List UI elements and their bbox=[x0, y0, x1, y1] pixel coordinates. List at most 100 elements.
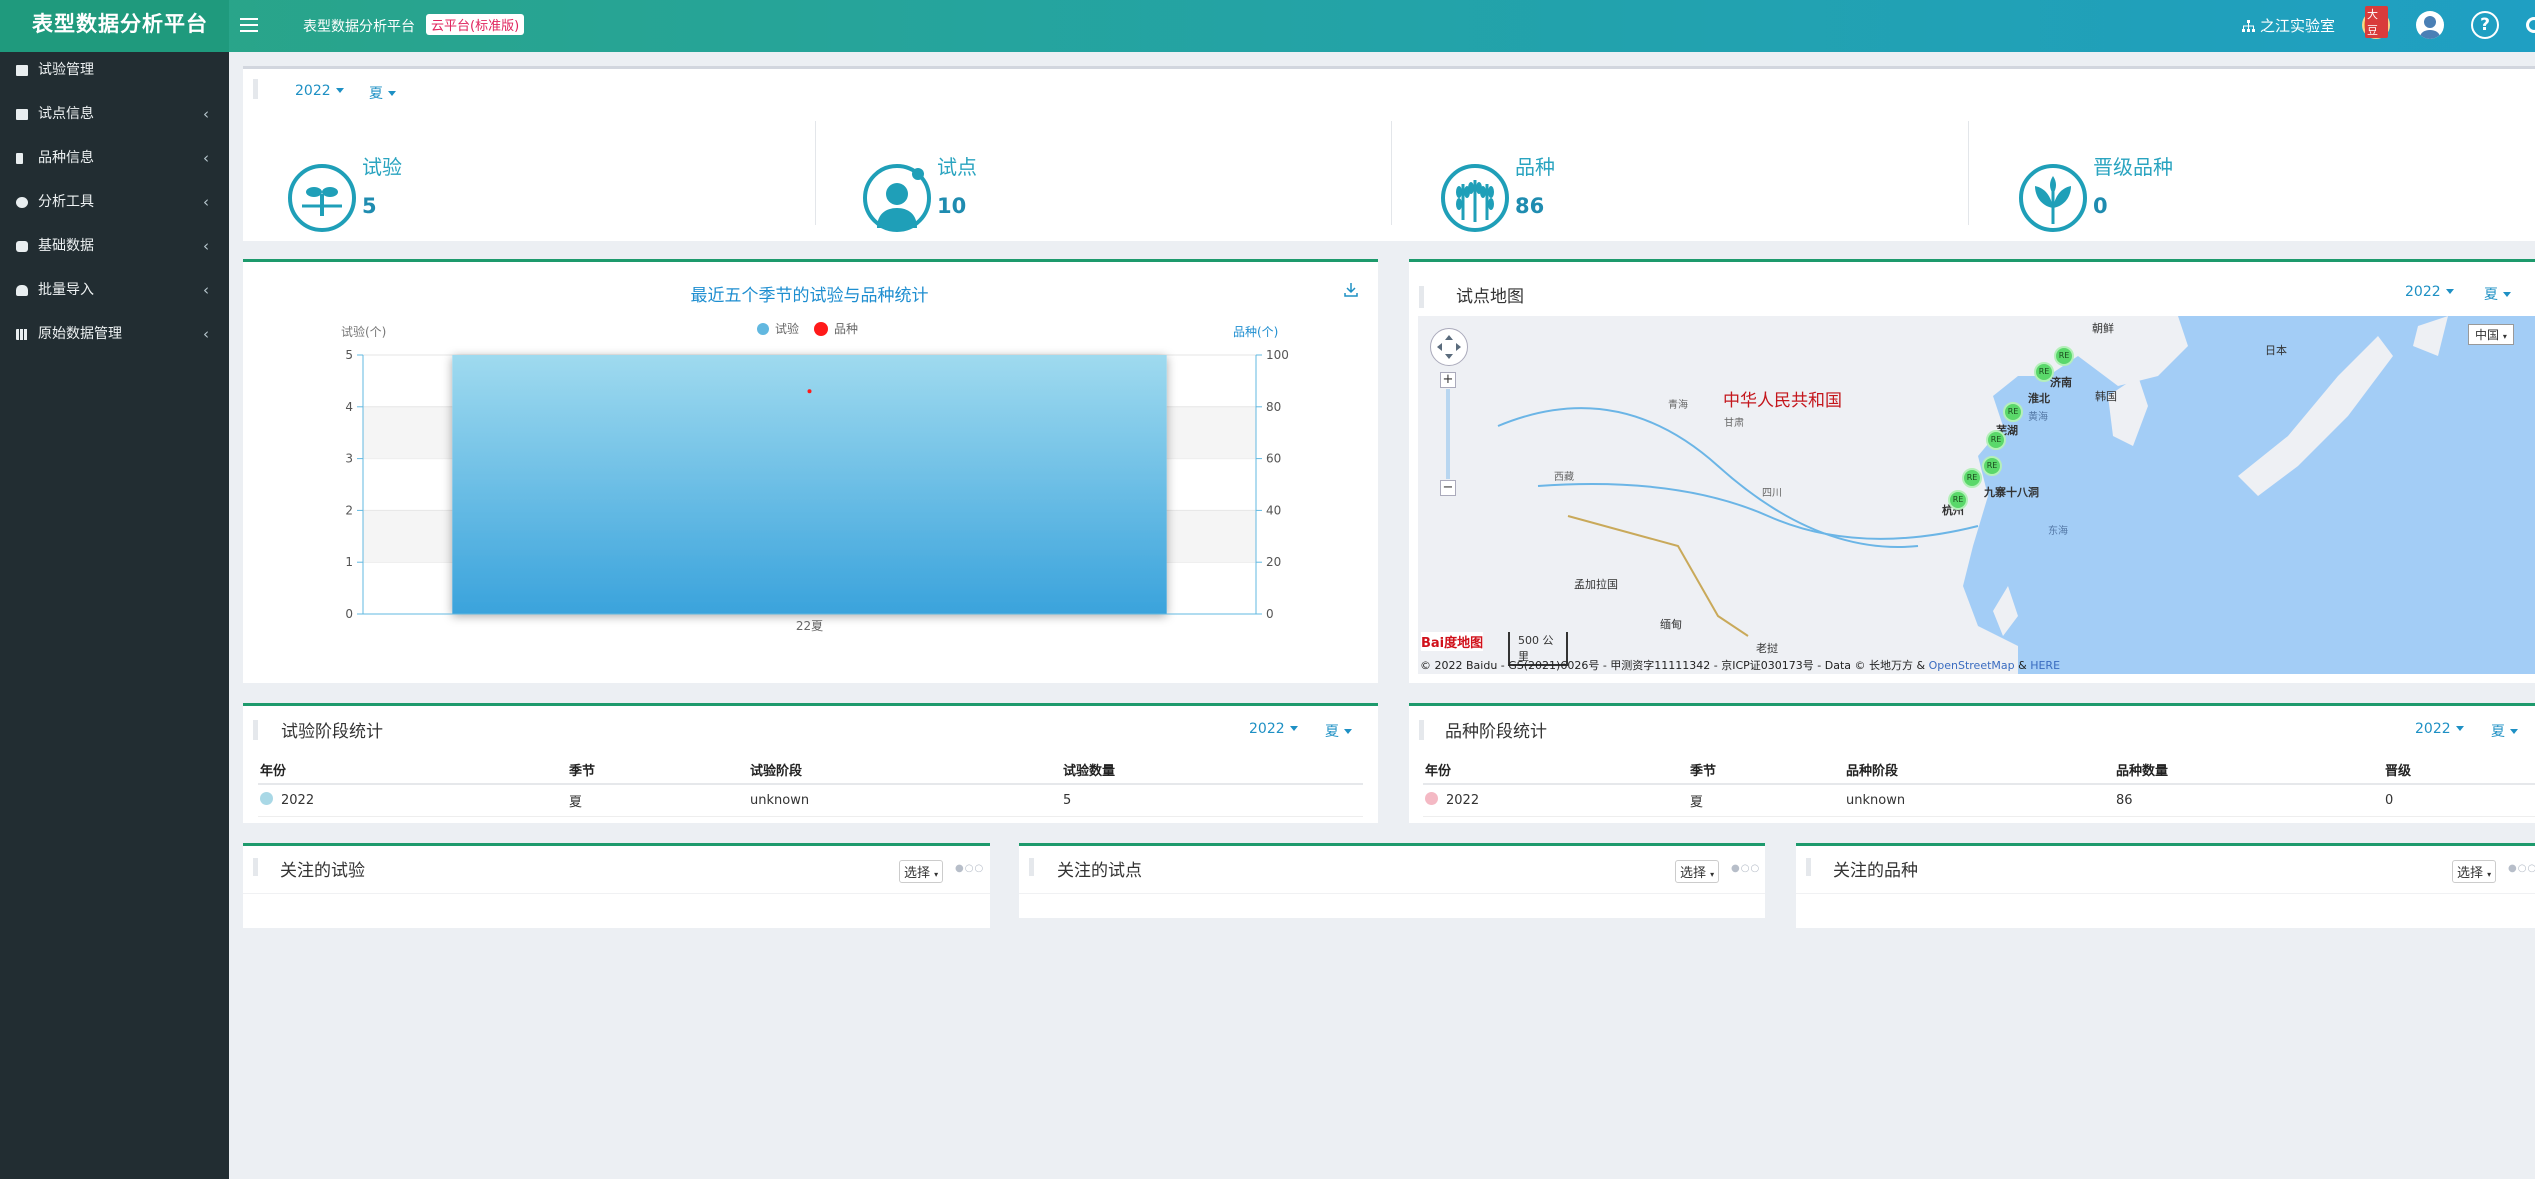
map-label: 缅甸 bbox=[1660, 618, 1682, 631]
caret-down-icon bbox=[2503, 292, 2511, 297]
user-avatar-icon[interactable] bbox=[2416, 11, 2444, 39]
y-tick-label-left: 0 bbox=[345, 607, 353, 621]
site-marker[interactable]: RE bbox=[2054, 346, 2074, 366]
count-link[interactable]: 5 bbox=[1061, 784, 1363, 817]
sidebar-item-batch-import[interactable]: 批量导入 ‹ bbox=[0, 272, 229, 316]
panel-handle bbox=[1419, 720, 1424, 740]
y-tick-label-right: 100 bbox=[1266, 348, 1289, 362]
sidebar-item-label: 基础数据 bbox=[38, 238, 94, 254]
trial-stage-year-dropdown[interactable]: 2022 bbox=[1249, 721, 1298, 737]
promoted-link[interactable]: 0 bbox=[2383, 784, 2535, 817]
site-marker[interactable]: RE bbox=[1986, 430, 2006, 450]
site-map[interactable]: 中华人民共和国 朝鲜 日本 韩国 济南 淮北 黄海 芜湖 九寨十八洞 杭州 东海… bbox=[1418, 316, 2535, 674]
sidebar-item-trial-management[interactable]: 试验管理 bbox=[0, 52, 229, 96]
map-pan-control[interactable] bbox=[1430, 328, 1468, 366]
region-select[interactable]: 中国 ▾ bbox=[2468, 324, 2514, 345]
select-button[interactable]: 选择 ▾ bbox=[899, 860, 944, 883]
soybean-crop-icon[interactable]: 大豆 bbox=[2362, 6, 2390, 39]
copyright-text: © 2022 Baidu - GS(2021)6026号 - 甲测资字11111… bbox=[1420, 659, 1926, 672]
y-tick-label-right: 0 bbox=[1266, 607, 1274, 621]
bar-trials bbox=[452, 355, 1167, 614]
stat-value: 10 bbox=[937, 194, 967, 218]
year-dropdown[interactable]: 2022 bbox=[295, 83, 344, 99]
legend-label: 试验 bbox=[775, 321, 799, 336]
panel-title: 关注的试验 bbox=[280, 861, 365, 881]
panel-handle bbox=[1806, 858, 1811, 876]
column-header: 试验阶段 bbox=[748, 756, 1061, 785]
zoom-out-button[interactable]: − bbox=[1440, 480, 1456, 496]
variety-stage-season-dropdown[interactable]: 夏 bbox=[2491, 721, 2518, 741]
database-icon bbox=[16, 241, 28, 252]
map-label: 孟加拉国 bbox=[1574, 578, 1618, 591]
select-button[interactable]: 选择 ▾ bbox=[1675, 860, 1720, 883]
trial-variety-chart: 最近五个季节的试验与品种统计试验 品种 试验(个) 品种(个) 0 1 2 3 4 5 0 20 40 6… bbox=[341, 286, 1289, 633]
osm-link[interactable]: OpenStreetMap bbox=[1929, 659, 2015, 672]
column-header: 品种数量 bbox=[2114, 756, 2383, 785]
brand-logo[interactable]: 表型数据分析平台 bbox=[0, 0, 229, 52]
caret-down-icon bbox=[1289, 726, 1298, 731]
variety-stage-year-dropdown[interactable]: 2022 bbox=[2415, 721, 2464, 737]
followed-sites-panel: 关注的试点 选择 ▾ ●○○ bbox=[1019, 843, 1765, 918]
legend-dot bbox=[260, 792, 273, 806]
table-header-row: 年份 季节 品种阶段 品种数量 晋级 bbox=[1423, 756, 2535, 785]
sidebar-item-label: 批量导入 bbox=[38, 282, 94, 298]
chart-panel: 最近五个季节的试验与品种统计 试验 品种 试验(个) 品种(个) 0 1 2 3 4 5 0 20 40 6… bbox=[243, 259, 1378, 683]
divider bbox=[1968, 121, 1969, 225]
pie-chart-icon bbox=[16, 197, 28, 208]
zoom-slider[interactable] bbox=[1446, 389, 1450, 479]
soybean-label: 大豆 bbox=[2365, 6, 2388, 38]
sidebar-item-analysis-tools[interactable]: 分析工具 ‹ bbox=[0, 184, 229, 228]
sidebar: 试验管理 试点信息 ‹ 品种信息 ‹ 分析工具 ‹ 基础数据 ‹ 批量导入 ‹ 原始数据管… bbox=[0, 52, 229, 1179]
here-link[interactable]: HERE bbox=[2030, 659, 2060, 672]
leaf-plant-icon bbox=[2019, 164, 2087, 232]
count-link[interactable]: 86 bbox=[2114, 784, 2383, 817]
caret-down-icon bbox=[1344, 729, 1352, 734]
map-label: 日本 bbox=[2265, 344, 2287, 357]
stat-label: 试点 bbox=[937, 155, 977, 179]
help-icon[interactable]: ? bbox=[2471, 11, 2499, 39]
select-label: 选择 bbox=[2457, 866, 2484, 881]
site-marker[interactable]: RE bbox=[2034, 362, 2054, 382]
map-label: 朝鲜 bbox=[2092, 322, 2114, 335]
season-dropdown[interactable]: 夏 bbox=[369, 83, 396, 103]
site-marker[interactable]: RE bbox=[1962, 468, 1982, 488]
map-label: 四川 bbox=[1762, 488, 1782, 499]
site-marker[interactable]: RE bbox=[1982, 456, 2002, 476]
sidebar-item-base-data[interactable]: 基础数据 ‹ bbox=[0, 228, 229, 272]
stat-label: 品种 bbox=[1515, 155, 1555, 179]
caret-down-icon bbox=[2455, 726, 2464, 731]
y-tick-label-right: 40 bbox=[1266, 503, 1281, 517]
map-label: 西藏 bbox=[1554, 472, 1574, 483]
map-season-dropdown[interactable]: 夏 bbox=[2484, 284, 2511, 304]
divider bbox=[1391, 121, 1392, 225]
map-year-dropdown[interactable]: 2022 bbox=[2405, 284, 2454, 300]
map-label: 青海 bbox=[1668, 400, 1688, 411]
site-marker[interactable]: RE bbox=[2003, 402, 2023, 422]
zoom-in-button[interactable]: + bbox=[1440, 372, 1456, 388]
table-row: 2022 夏 unknown 5 bbox=[258, 784, 1363, 817]
settings-icon[interactable] bbox=[2526, 17, 2535, 33]
sidebar-item-site-info[interactable]: 试点信息 ‹ bbox=[0, 96, 229, 140]
sidebar-item-raw-data[interactable]: 原始数据管理 ‹ bbox=[0, 316, 229, 360]
caret-down-icon bbox=[335, 88, 344, 93]
stage-cell: unknown bbox=[748, 784, 1061, 817]
cloud-upload-icon bbox=[16, 285, 28, 296]
seedling-icon bbox=[16, 153, 23, 164]
summary-panel: 2022 夏 试验 5 试点 10 品种 86 晋级品种 0 bbox=[243, 66, 2535, 241]
sidebar-toggle-icon[interactable] bbox=[240, 14, 258, 36]
map-label: 九寨十八洞 bbox=[1984, 486, 2039, 499]
divider bbox=[815, 121, 816, 225]
lab-switcher[interactable]: 之江实验室 bbox=[2242, 15, 2335, 36]
chevron-left-icon: ‹ bbox=[203, 325, 209, 343]
legend-swatch bbox=[814, 322, 828, 336]
copyright-separator: & bbox=[2018, 659, 2027, 672]
country-label: 中华人民共和国 bbox=[1723, 391, 1842, 411]
select-button[interactable]: 选择 ▾ bbox=[2452, 860, 2497, 883]
caret-down-icon: ▾ bbox=[1710, 870, 1715, 879]
sidebar-item-variety-info[interactable]: 品种信息 ‹ bbox=[0, 140, 229, 184]
baidu-logo: Bai度地图 bbox=[1421, 632, 1484, 651]
map-season-value: 夏 bbox=[2484, 287, 2498, 303]
site-marker[interactable]: RE bbox=[1948, 490, 1968, 510]
trial-stage-season-dropdown[interactable]: 夏 bbox=[1325, 721, 1352, 741]
y-tick-label-left: 1 bbox=[345, 555, 353, 569]
